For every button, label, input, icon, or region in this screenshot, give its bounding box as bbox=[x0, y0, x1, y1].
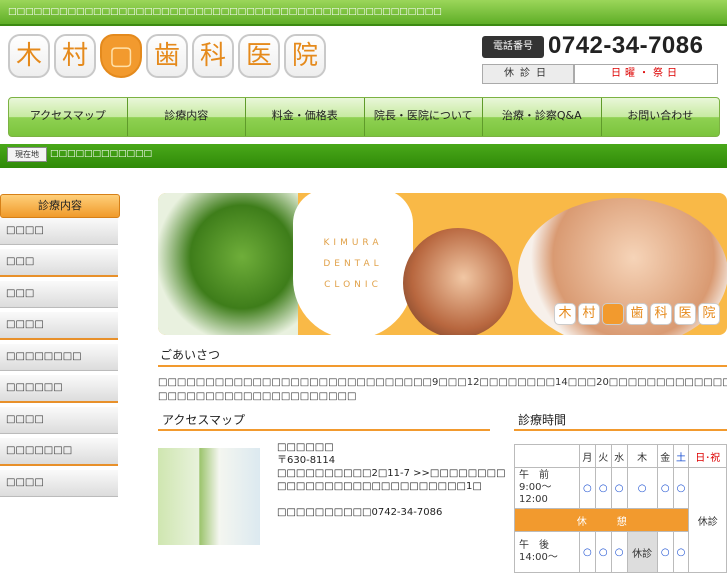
sidebar-heading: 診療内容 bbox=[0, 194, 120, 218]
open-mark: ○ bbox=[579, 467, 596, 509]
current-location-badge: 現在地 bbox=[7, 147, 47, 162]
divider bbox=[158, 365, 727, 367]
sidebar-item[interactable]: □□□□ bbox=[0, 470, 118, 497]
clinic-interior-photo bbox=[158, 448, 260, 545]
logo-char: 科 bbox=[192, 34, 234, 78]
nav-contact[interactable]: お問い合わせ bbox=[602, 98, 720, 136]
sidebar-item[interactable]: □□□□ bbox=[0, 218, 118, 245]
logo-char: 歯 bbox=[626, 303, 648, 325]
divider bbox=[158, 429, 490, 431]
am-slot: 午 前 9:00～12:00 bbox=[514, 467, 580, 509]
tooth-icon: ▢ bbox=[100, 34, 142, 78]
open-mark: ○ bbox=[656, 467, 674, 509]
day-header: 金 bbox=[656, 444, 674, 468]
open-mark: ○ bbox=[672, 531, 690, 573]
logo-char: 科 bbox=[650, 303, 672, 325]
greeting-line: □□□□□□□□□□□□□□□□□□□□□ bbox=[158, 391, 357, 402]
logo-char: 村 bbox=[54, 34, 96, 78]
main-nav: アクセスマップ 診療内容 料金・価格表 院長・医院について 治療・診察Q&A お… bbox=[8, 97, 720, 137]
day-header: 木 bbox=[626, 444, 658, 468]
hero-tooth-text: KIMURA DENTAL CLONIC bbox=[323, 238, 383, 290]
day-header: 月 bbox=[579, 444, 596, 468]
day-header: 日･祝 bbox=[688, 444, 727, 468]
clinic-name: □□□□□□ bbox=[277, 442, 334, 453]
closed-days-value: 日曜・祭日 bbox=[574, 64, 718, 84]
nav-prices[interactable]: 料金・価格表 bbox=[246, 98, 365, 136]
logo-char: 歯 bbox=[146, 34, 188, 78]
logo-char: 木 bbox=[8, 34, 50, 78]
sidebar-item[interactable]: □□□ bbox=[0, 281, 118, 308]
logo-char: 院 bbox=[698, 303, 720, 325]
breadcrumb-path[interactable]: □□□□□□□□□□□□ bbox=[50, 149, 152, 159]
open-mark: ○ bbox=[656, 531, 674, 573]
logo-char: 院 bbox=[284, 34, 326, 78]
nav-access-map[interactable]: アクセスマップ bbox=[9, 98, 128, 136]
logo-char: 村 bbox=[578, 303, 600, 325]
phone-number[interactable]: 0742-34-7086 bbox=[548, 32, 703, 60]
sidebar-item[interactable]: □□□□□□ bbox=[0, 375, 118, 403]
open-mark: ○ bbox=[579, 531, 596, 573]
open-mark: ○ bbox=[626, 467, 658, 509]
hours-table: 月 火 水 木 金 土 日･祝 午 前 9:00～12:00 ○ ○ ○ ○ ○… bbox=[513, 444, 727, 573]
greeting-line: □□□□□□□□□□□□□□□□□□□□□□□□□□□□□9□□□12□□□□□… bbox=[158, 377, 727, 388]
greeting-text: □□□□□□□□□□□□□□□□□□□□□□□□□□□□□9□□□12□□□□□… bbox=[158, 376, 727, 404]
transit-info: □□□□□□□□□□□□□□□□□□□□1□ bbox=[277, 481, 482, 492]
am-label: 午 前 bbox=[519, 470, 549, 481]
hours-title: 診療時間 bbox=[518, 413, 567, 427]
table-cell bbox=[514, 444, 580, 468]
sidebar-item[interactable]: □□□□□□□□ bbox=[0, 344, 118, 371]
day-header: 土 bbox=[672, 444, 690, 468]
pm-label: 午 後 bbox=[519, 540, 549, 551]
breadcrumb: 現在地 □□□□□□□□□□□□ bbox=[0, 144, 727, 168]
top-bar: □□□□□□□□□□□□□□□□□□□□□□□□□□□□□□□□□□□□□□□□… bbox=[0, 0, 727, 26]
open-mark: ○ bbox=[594, 531, 612, 573]
greeting-title: ごあいさつ bbox=[160, 348, 221, 362]
access-title: アクセスマップ bbox=[162, 413, 246, 427]
logo-char: 医 bbox=[238, 34, 280, 78]
am-time: 9:00～12:00 bbox=[519, 482, 552, 505]
logo-char: 医 bbox=[674, 303, 696, 325]
table-row: 午 前 9:00～12:00 ○ ○ ○ ○ ○ ○ 休診 bbox=[514, 467, 727, 573]
pm-slot: 午 後 14:00～ bbox=[514, 531, 580, 573]
closed-days-label: 休診日 bbox=[482, 64, 574, 84]
sidebar-item[interactable]: □□□ bbox=[0, 249, 118, 277]
contact-box: 電話番号 0742-34-7086 休診日 日曜・祭日 bbox=[482, 32, 718, 84]
nav-faq[interactable]: 治療・診察Q&A bbox=[483, 98, 602, 136]
hero-banner: KIMURA DENTAL CLONIC 木 村 歯 科 医 院 bbox=[158, 193, 727, 335]
logo-char: 木 bbox=[554, 303, 576, 325]
open-mark: ○ bbox=[594, 467, 612, 509]
street-address[interactable]: □□□□□□□□□□2□11-7 >>□□□□□□□□ bbox=[277, 467, 506, 480]
sidebar-item[interactable]: □□□□□□□ bbox=[0, 438, 118, 466]
sidebar-item[interactable]: □□□□ bbox=[0, 312, 118, 340]
pm-time: 14:00～ bbox=[519, 552, 558, 563]
hero-logo: 木 村 歯 科 医 院 bbox=[554, 303, 722, 325]
sidebar-item[interactable]: □□□□ bbox=[0, 407, 118, 434]
zip-code: 〒630-8114 bbox=[277, 455, 336, 466]
sidebar-menu: □□□□ □□□ □□□ □□□□ □□□□□□□□ □□□□□□ □□□□ □… bbox=[0, 218, 118, 501]
couple-photo bbox=[403, 228, 513, 335]
day-header: 水 bbox=[610, 444, 628, 468]
top-bar-text: □□□□□□□□□□□□□□□□□□□□□□□□□□□□□□□□□□□□□□□□… bbox=[8, 7, 442, 17]
thursday-closed: 休診 bbox=[626, 531, 658, 573]
tooth-icon bbox=[602, 303, 624, 325]
clinic-address: □□□□□□ 〒630-8114 □□□□□□□□□□2□11-7 >>□□□□… bbox=[277, 441, 506, 519]
rest-label: 休 憩 bbox=[513, 508, 690, 532]
nav-treatments[interactable]: 診療内容 bbox=[128, 98, 246, 136]
day-header: 火 bbox=[594, 444, 612, 468]
closed-cell: 休診 bbox=[688, 467, 727, 573]
clinic-logo[interactable]: 木 村 ▢ 歯 科 医 院 bbox=[8, 34, 330, 78]
phone-label: 電話番号 bbox=[482, 36, 544, 58]
basil-leaf-image bbox=[158, 193, 298, 335]
open-mark: ○ bbox=[610, 467, 628, 509]
open-mark: ○ bbox=[610, 531, 628, 573]
open-mark: ○ bbox=[672, 467, 690, 509]
address-phone: □□□□□□□□□□0742-34-7086 bbox=[277, 507, 443, 518]
table-row: 月 火 水 木 金 土 日･祝 bbox=[514, 444, 727, 468]
nav-about[interactable]: 院長・医院について bbox=[365, 98, 483, 136]
divider bbox=[514, 429, 727, 431]
